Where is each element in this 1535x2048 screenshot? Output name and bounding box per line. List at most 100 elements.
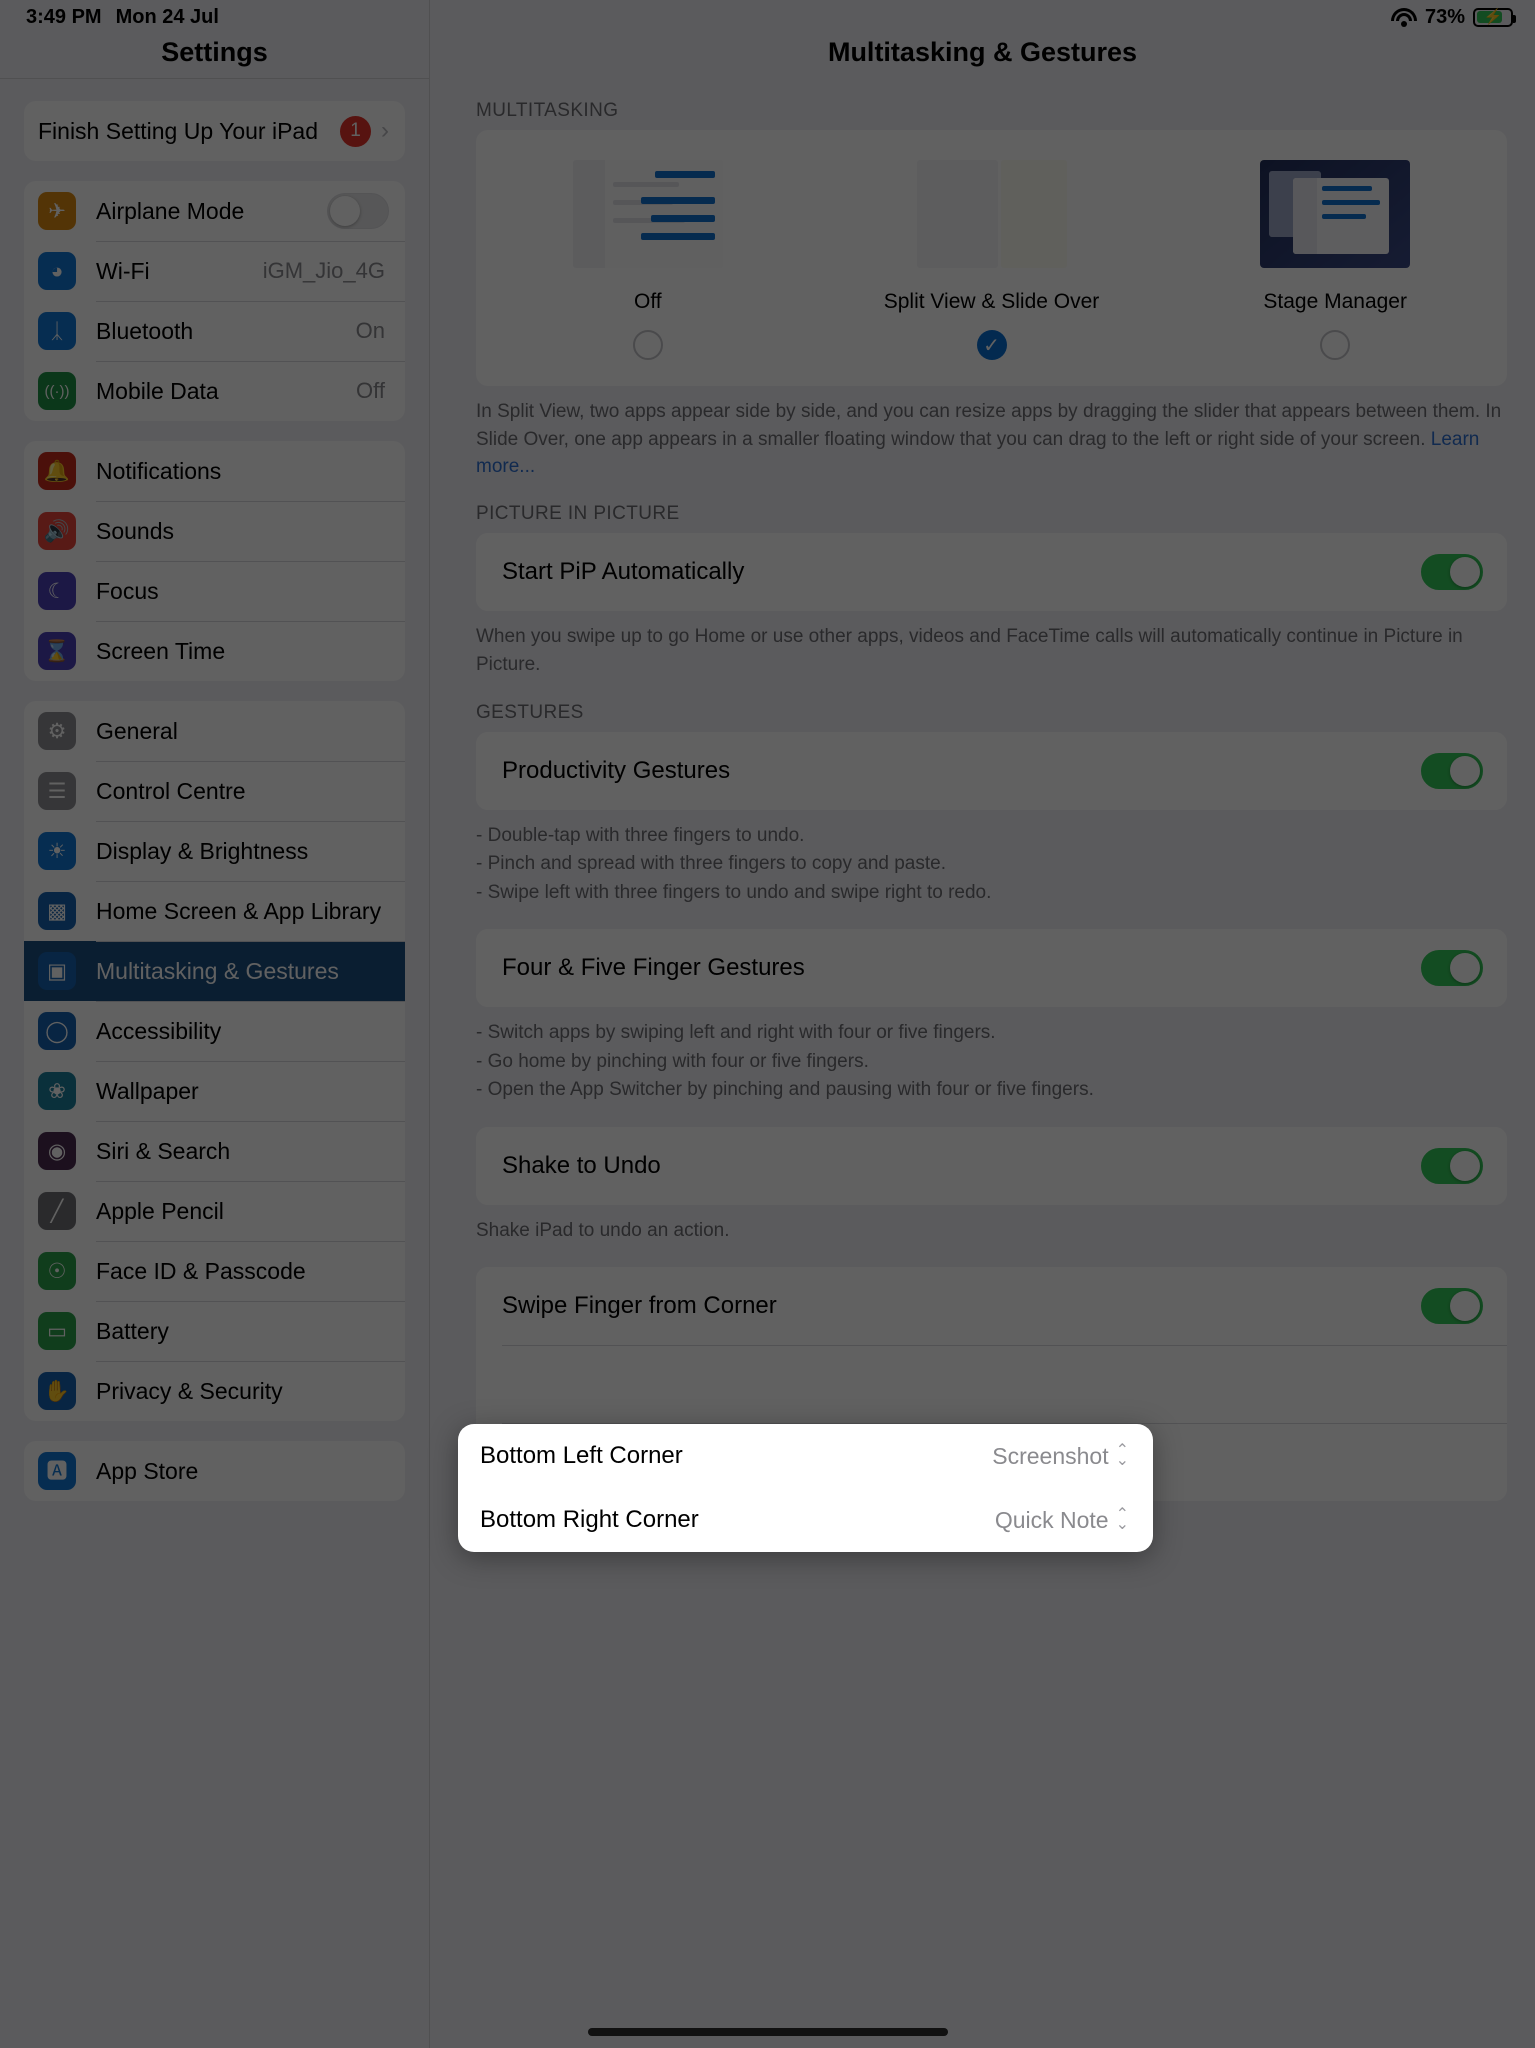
display-brightness-icon: ☀ xyxy=(38,832,76,870)
sidebar-item-label: Home Screen & App Library xyxy=(96,897,382,924)
multitasking-description: In Split View, two apps appear side by s… xyxy=(430,386,1535,481)
sidebar-item-focus[interactable]: ☾ Focus xyxy=(24,561,405,621)
sidebar-item-apple-pencil[interactable]: ╱ Apple Pencil xyxy=(24,1181,405,1241)
section-header-gestures: GESTURES xyxy=(476,701,584,723)
section-header-multitasking: MULTITASKING xyxy=(476,100,619,121)
sidebar-item-mobile-data[interactable]: ((·)) Mobile Data Off xyxy=(24,361,405,421)
sidebar-item-face-id-passcode[interactable]: ☉ Face ID & Passcode xyxy=(24,1241,405,1301)
row-swipe-finger-from-corner[interactable]: Swipe Finger from Corner xyxy=(476,1267,1507,1346)
popover-row-label: Bottom Left Corner xyxy=(480,1442,683,1469)
popover-row-value[interactable]: Quick Note ⌃ ⌄ xyxy=(995,1507,1129,1534)
sidebar-item-battery[interactable]: ▭ Battery xyxy=(24,1301,405,1361)
pip-card: Start PiP Automatically xyxy=(476,532,1507,611)
sidebar-item-label: Wallpaper xyxy=(96,1077,199,1104)
sidebar-item-wifi[interactable]: ◕ Wi-Fi iGM_Jio_4G xyxy=(24,241,405,301)
row-label: Productivity Gestures xyxy=(502,756,731,784)
sidebar-item-label: Focus xyxy=(96,577,159,604)
sidebar-item-value: iGM_Jio_4G xyxy=(262,258,385,283)
swipe-corner-toggle[interactable] xyxy=(1421,1288,1483,1325)
battery-percent-label: 73% xyxy=(1424,5,1465,28)
home-indicator[interactable] xyxy=(587,2028,948,2036)
sidebar-item-value: On xyxy=(355,318,385,343)
sidebar-item-label: Privacy & Security xyxy=(96,1377,283,1404)
sidebar-group-setup: Finish Setting Up Your iPad 1 › xyxy=(24,101,405,161)
sidebar-item-app-store[interactable]: 🅰 App Store xyxy=(24,1441,405,1501)
bluetooth-icon: ᛣ xyxy=(38,312,76,350)
sidebar-item-general[interactable]: ⚙ General xyxy=(24,701,405,761)
sidebar-item-airplane-mode[interactable]: ✈ Airplane Mode xyxy=(24,181,405,241)
sidebar-item-sounds[interactable]: 🔊 Sounds xyxy=(24,501,405,561)
productivity-gestures-card: Productivity Gestures xyxy=(476,731,1507,810)
start-pip-toggle[interactable] xyxy=(1421,553,1483,590)
multitasking-mode-stage-manager[interactable]: Stage Manager xyxy=(1163,160,1507,360)
stage-manager-art-icon xyxy=(1260,160,1411,268)
multitasking-mode-off[interactable]: Off xyxy=(476,160,820,360)
focus-icon: ☾ xyxy=(38,572,76,610)
status-time: 3:49 PM xyxy=(26,5,102,28)
battery-charging-icon: ⚡ xyxy=(1473,7,1516,27)
section-header-pip: PICTURE IN PICTURE xyxy=(476,502,680,524)
sidebar-item-bluetooth[interactable]: ᛣ Bluetooth On xyxy=(24,301,405,361)
sidebar-item-label: Display & Brightness xyxy=(96,837,309,864)
wifi-icon xyxy=(1390,7,1417,27)
sidebar-item-privacy-security[interactable]: ✋ Privacy & Security xyxy=(24,1361,405,1421)
sidebar-item-label: Accessibility xyxy=(96,1017,222,1044)
privacy-security-icon: ✋ xyxy=(38,1372,76,1410)
mode-label: Stage Manager xyxy=(1263,290,1407,313)
shake-to-undo-toggle[interactable] xyxy=(1421,1147,1483,1184)
notifications-icon: 🔔 xyxy=(38,452,76,490)
row-start-pip-automatically[interactable]: Start PiP Automatically xyxy=(476,532,1507,611)
sidebar-group-store: 🅰 App Store xyxy=(24,1441,405,1501)
four-five-finger-note: - Switch apps by swiping left and right … xyxy=(476,1022,1094,1101)
wifi-icon: ◕ xyxy=(38,252,76,290)
sidebar-item-accessibility[interactable]: ◯ Accessibility xyxy=(24,1001,405,1061)
home-screen-icon: ▩ xyxy=(38,892,76,930)
sidebar-item-label: Sounds xyxy=(96,517,175,544)
corner-action-popover[interactable]: Bottom Left Corner Screenshot ⌃ ⌄ Bottom … xyxy=(458,1424,1153,1552)
sidebar-item-control-centre[interactable]: ☰ Control Centre xyxy=(24,761,405,821)
status-bar: 3:49 PM Mon 24 Jul 73% ⚡ xyxy=(0,0,1535,34)
up-down-chevron-icon[interactable]: ⌃ ⌄ xyxy=(1116,1443,1129,1469)
sidebar-item-label: Face ID & Passcode xyxy=(96,1257,306,1284)
multitasking-mode-card: Off Split View & Slide Over ✓ Stage Mana… xyxy=(476,130,1507,386)
general-gear-icon: ⚙ xyxy=(38,712,76,750)
sidebar-item-label: General xyxy=(96,717,178,744)
sidebar-item-notifications[interactable]: 🔔 Notifications xyxy=(24,441,405,501)
up-down-chevron-icon[interactable]: ⌃ ⌄ xyxy=(1116,1507,1129,1533)
sidebar-item-label: Multitasking & Gestures xyxy=(96,957,339,984)
face-id-icon: ☉ xyxy=(38,1252,76,1290)
sidebar-item-label: Airplane Mode xyxy=(96,197,245,224)
sidebar-item-siri-search[interactable]: ◉ Siri & Search xyxy=(24,1121,405,1181)
sidebar-item-wallpaper[interactable]: ❀ Wallpaper xyxy=(24,1061,405,1121)
status-date: Mon 24 Jul xyxy=(115,5,219,28)
sidebar-item-label: Screen Time xyxy=(96,637,226,664)
multitasking-mode-split-view[interactable]: Split View & Slide Over ✓ xyxy=(820,160,1164,360)
radio-off[interactable] xyxy=(632,330,663,360)
productivity-gestures-note: - Double-tap with three fingers to undo.… xyxy=(476,824,992,903)
sidebar-item-display-brightness[interactable]: ☀ Display & Brightness xyxy=(24,821,405,881)
airplane-mode-toggle[interactable] xyxy=(327,193,389,229)
multitasking-icon: ▣ xyxy=(38,952,76,990)
sidebar-item-multitasking-gestures[interactable]: ▣ Multitasking & Gestures xyxy=(24,941,405,1001)
radio-stage-manager[interactable] xyxy=(1320,330,1351,360)
popover-row-value[interactable]: Screenshot ⌃ ⌄ xyxy=(992,1443,1129,1470)
productivity-gestures-toggle[interactable] xyxy=(1421,752,1483,789)
radio-split-view[interactable]: ✓ xyxy=(976,330,1007,360)
sidebar-item-screen-time[interactable]: ⌛ Screen Time xyxy=(24,621,405,681)
settings-sidebar[interactable]: Settings Finish Setting Up Your iPad 1 ›… xyxy=(0,0,430,2048)
popover-row-bottom-right-corner[interactable]: Bottom Right Corner Quick Note ⌃ ⌄ xyxy=(458,1488,1153,1552)
popover-row-bottom-left-corner[interactable]: Bottom Left Corner Screenshot ⌃ ⌄ xyxy=(458,1424,1153,1488)
ipad-settings-screen: 3:49 PM Mon 24 Jul 73% ⚡ Settings Finish… xyxy=(0,0,1535,2048)
shake-to-undo-card: Shake to Undo xyxy=(476,1126,1507,1205)
sidebar-item-home-screen[interactable]: ▩ Home Screen & App Library xyxy=(24,881,405,941)
four-five-finger-toggle[interactable] xyxy=(1421,950,1483,987)
sidebar-divider xyxy=(0,78,429,79)
wallpaper-icon: ❀ xyxy=(38,1072,76,1110)
row-shake-to-undo[interactable]: Shake to Undo xyxy=(476,1126,1507,1205)
row-bottom-left-corner-placeholder[interactable] xyxy=(476,1345,1507,1424)
row-four-five-finger-gestures[interactable]: Four & Five Finger Gestures xyxy=(476,929,1507,1008)
screen-time-icon: ⌛ xyxy=(38,632,76,670)
sidebar-item-finish-setup[interactable]: Finish Setting Up Your iPad 1 › xyxy=(24,101,405,161)
row-productivity-gestures[interactable]: Productivity Gestures xyxy=(476,731,1507,810)
sidebar-item-label: Siri & Search xyxy=(96,1137,231,1164)
